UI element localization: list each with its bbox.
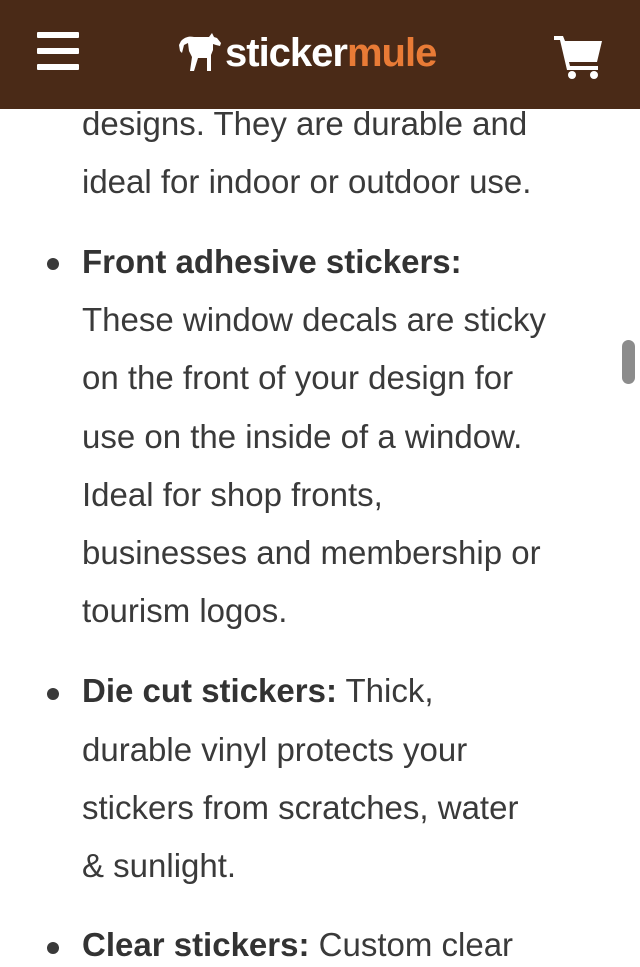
bullet-icon [47,258,59,270]
list-item-text-line: tourism logos. [82,592,288,629]
intro-text-line: ideal for indoor or outdoor use. [82,163,532,200]
list-item-text-line: on the front of your design for [82,359,514,396]
list-item-title-suffix: Thick, [336,672,434,709]
list-item-title: Front adhesive stickers: [82,243,462,280]
sticker-mule-logo[interactable]: stickermule [178,28,437,78]
list-item-title-suffix: Custom clear [309,926,514,963]
list-item-text-line: These window decals are sticky [82,301,547,338]
list-item-text-line: stickers from scratches, water [82,789,519,826]
site-header: stickermule [0,0,640,109]
list-item-title: Clear stickers: [82,926,310,963]
hamburger-menu-icon[interactable] [34,30,82,74]
list-item-text-line: & sunlight. [82,847,237,884]
logo-text-sticker: sticker [225,31,348,75]
bullet-icon [47,688,59,700]
mule-logo-icon [179,33,221,71]
list-item-heading: Die cut stickers: Thick, [82,669,434,713]
list-item-text-line: use on the inside of a window. [82,418,523,455]
shopping-cart-icon[interactable] [552,32,606,80]
list-item-title: Die cut stickers: [82,672,337,709]
main-content: designs. They are durable and ideal for … [0,0,640,963]
logo-text-mule: mule [346,31,437,75]
scrollbar-thumb[interactable] [622,340,635,384]
list-item-text-line: durable vinyl protects your [82,731,468,768]
bullet-icon [47,942,59,954]
list-item-text-line: businesses and membership or [82,534,541,571]
list-item-text-line: Ideal for shop fronts, [82,476,383,513]
list-item-heading: Front adhesive stickers: [82,240,462,284]
list-item-heading: Clear stickers: Custom clear [82,923,513,967]
